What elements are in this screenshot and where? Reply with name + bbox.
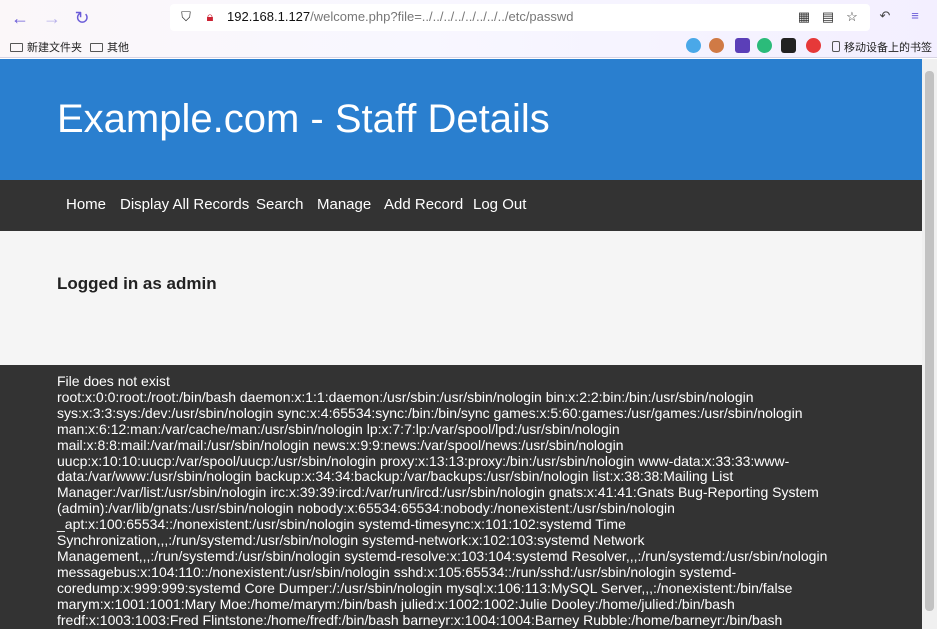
nav-log-out[interactable]: Log Out (473, 196, 526, 213)
undo-icon[interactable]: ↶ (877, 8, 893, 24)
bookmark-folder-other[interactable]: 其他 (90, 39, 129, 55)
site-header: Example.com - Staff Details (0, 59, 922, 180)
file-output-section: File does not exist root:x:0:0:root:/roo… (0, 365, 922, 629)
insecure-lock-icon: 🔒︎ (206, 9, 214, 24)
shield-icon: ⛉ (181, 9, 191, 24)
page-scrollbar[interactable] (922, 59, 937, 629)
reader-view-icon[interactable]: ▤ (820, 9, 836, 25)
extension-icon[interactable] (781, 38, 796, 53)
nav-search[interactable]: Search (256, 196, 304, 213)
url-text: 192.168.1.127/welcome.php?file=../../../… (227, 9, 574, 24)
page-title: Example.com - Staff Details (57, 97, 550, 141)
bookmark-folder-new[interactable]: 新建文件夹 (10, 39, 82, 55)
extension-icon[interactable] (686, 38, 701, 53)
main-content: Logged in as admin (0, 231, 922, 365)
nav-home[interactable]: Home (66, 196, 106, 213)
file-contents: root:x:0:0:root:/root:/bin/bash daemon:x… (57, 388, 828, 629)
scrollbar-thumb[interactable] (925, 71, 934, 611)
extension-icon[interactable] (757, 38, 772, 53)
browser-chrome: ← → ↻ ⛉ 🔒︎ 192.168.1.127/welcome.php?fil… (0, 0, 937, 58)
nav-display-all-records[interactable]: Display All Records (120, 196, 249, 213)
address-bar[interactable]: ⛉ 🔒︎ 192.168.1.127/welcome.php?file=../.… (170, 4, 870, 31)
star-bookmark-icon[interactable]: ☆ (844, 9, 860, 25)
forward-arrow-icon[interactable]: → (42, 8, 62, 28)
extension-icon[interactable] (806, 38, 821, 53)
file-status: File does not exist (57, 373, 170, 389)
qr-code-icon[interactable]: ▦ (796, 9, 812, 25)
bookmarks-bar: 新建文件夹 其他 移动设备上的书签 (0, 35, 937, 58)
extension-icon[interactable] (735, 38, 750, 53)
browser-toolbar: ← → ↻ ⛉ 🔒︎ 192.168.1.127/welcome.php?fil… (0, 0, 937, 35)
file-output: File does not exist root:x:0:0:root:/roo… (57, 373, 869, 629)
reload-icon[interactable]: ↻ (72, 8, 92, 28)
url-path: /welcome.php?file=../../../../../../../.… (310, 9, 574, 24)
extension-icon[interactable] (709, 38, 724, 53)
back-arrow-icon[interactable]: ← (10, 8, 30, 28)
nav-add-record[interactable]: Add Record (384, 196, 463, 213)
url-host: 192.168.1.127 (227, 9, 311, 24)
folder-icon (90, 43, 103, 52)
main-nav: Home Display All Records Search Manage A… (0, 180, 922, 231)
nav-manage[interactable]: Manage (317, 196, 371, 213)
mobile-icon (832, 41, 840, 52)
mobile-bookmarks[interactable]: 移动设备上的书签 (832, 39, 932, 55)
bookmark-label: 新建文件夹 (27, 41, 82, 54)
bookmark-label: 其他 (107, 41, 129, 54)
menu-icon[interactable]: ≡ (907, 8, 923, 24)
logged-in-status: Logged in as admin (57, 274, 217, 293)
mobile-bookmarks-label: 移动设备上的书签 (844, 41, 932, 54)
folder-icon (10, 43, 23, 52)
